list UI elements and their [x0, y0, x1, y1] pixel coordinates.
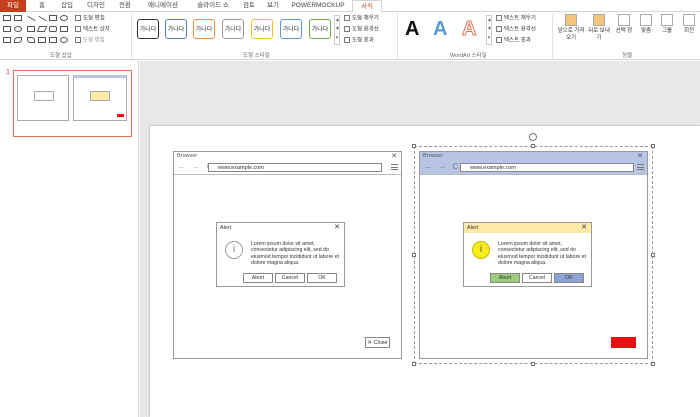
slide-number: 1: [6, 69, 10, 76]
rotate-icon: [683, 14, 695, 26]
ok-button[interactable]: OK: [307, 273, 337, 283]
ribbon-tabs: 파일 홈 삽입 디자인 전환 애니메이션 슬라이드 쇼 검토 보기 POWERM…: [0, 0, 700, 13]
wordart-style-blue[interactable]: A: [433, 18, 447, 40]
text-effects-icon: [496, 37, 502, 43]
wordart-style-outline[interactable]: A: [461, 18, 476, 41]
text-outline-icon: [496, 26, 502, 32]
tab-slideshow[interactable]: 슬라이드 쇼: [192, 0, 234, 12]
group-label-insert-shapes: 도형 삽입: [50, 53, 72, 59]
resize-handle[interactable]: [531, 144, 535, 148]
abort-button[interactable]: Abort: [243, 273, 273, 283]
text-outline-button[interactable]: 텍스트 윤곽선: [496, 26, 536, 33]
send-backward-icon: [593, 14, 605, 26]
shape-style-2[interactable]: 가나다: [165, 19, 187, 39]
alert-dialog-left[interactable]: Alert ✕ i Lorem ipsum dolor sit amet, con…: [216, 222, 345, 287]
resize-handle[interactable]: [531, 362, 535, 366]
close-icon[interactable]: ✕: [334, 223, 340, 233]
tab-insert[interactable]: 삽입: [58, 0, 76, 12]
window-title: Browser: [177, 153, 198, 159]
shape-style-scroll[interactable]: ▲ ▼ ▾: [334, 15, 340, 45]
wordart-scroll[interactable]: ▲ ▼ ▾: [486, 15, 492, 45]
text-box-button[interactable]: 텍스트 상자: [75, 26, 110, 33]
shape-style-6[interactable]: 가나다: [280, 19, 302, 39]
selection-box: [414, 146, 653, 364]
hamburger-menu-icon[interactable]: [391, 164, 398, 170]
resize-handle[interactable]: [412, 144, 416, 148]
group-button[interactable]: 그룹: [658, 14, 676, 35]
paint-bucket-icon: [344, 15, 350, 21]
rotate-button[interactable]: 회전: [680, 14, 698, 35]
selection-pane-icon: [618, 14, 630, 26]
dialog-title: Alert: [220, 225, 232, 231]
merge-shapes-button[interactable]: 도형 병합: [75, 37, 105, 44]
tab-design[interactable]: 디자인: [84, 0, 108, 12]
cancel-button[interactable]: Cancel: [275, 273, 305, 283]
shape-outline-button[interactable]: 도형 윤곽선: [344, 26, 379, 33]
tab-review[interactable]: 검토: [240, 0, 258, 12]
merge-shapes-icon: [75, 37, 81, 43]
text-effects-button[interactable]: 텍스트 효과: [496, 37, 531, 44]
tab-transitions[interactable]: 전환: [116, 0, 134, 12]
group-label-arrange: 정렬: [622, 53, 633, 59]
shape-fill-button[interactable]: 도형 채우기: [344, 15, 379, 22]
close-button[interactable]: ✕ Close: [365, 337, 390, 348]
group-label-shape-styles: 도형 스타일: [243, 53, 270, 59]
resize-handle[interactable]: [412, 362, 416, 366]
tab-animations[interactable]: 애니메이션: [144, 0, 182, 12]
selection-pane-button[interactable]: 선택 창: [612, 14, 636, 35]
resize-handle[interactable]: [651, 253, 655, 257]
url-bar[interactable]: www.example.com: [208, 163, 382, 172]
shape-effects-button[interactable]: 도형 효과: [344, 37, 374, 44]
effects-icon: [344, 37, 350, 43]
info-icon: i: [225, 241, 243, 259]
align-button[interactable]: 맞춤: [638, 14, 654, 35]
tab-view[interactable]: 보기: [264, 0, 282, 12]
group-divider: [131, 14, 132, 60]
shapes-gallery[interactable]: [3, 15, 71, 45]
rotate-handle-icon[interactable]: [529, 133, 537, 141]
edit-shape-icon: [75, 15, 81, 21]
send-backward-button[interactable]: 뒤로 보내기: [588, 14, 610, 41]
resize-handle[interactable]: [651, 144, 655, 148]
text-fill-button[interactable]: 텍스트 채우기: [496, 15, 536, 22]
shape-style-7[interactable]: 가나다: [309, 19, 331, 39]
ribbon: 도형 편집 텍스트 상자 도형 병합 도형 삽입 가나다 가나다 가나다 가나다…: [0, 12, 700, 60]
dialog-message: Lorem ipsum dolor sit amet, consectetur …: [251, 241, 339, 267]
slide-thumbnail-1[interactable]: [13, 70, 132, 137]
resize-handle[interactable]: [651, 362, 655, 366]
text-fill-icon: [496, 15, 502, 21]
resize-handle[interactable]: [412, 253, 416, 257]
text-box-icon: [75, 26, 81, 32]
group-label-wordart: WordArt 스타일: [450, 53, 487, 59]
wordart-style-black[interactable]: A: [405, 18, 419, 40]
group-icon: [661, 14, 673, 26]
bring-forward-icon: [565, 14, 577, 26]
bring-forward-button[interactable]: 앞으로 가져오기: [556, 14, 586, 41]
tab-home[interactable]: 홈: [36, 0, 48, 12]
close-icon[interactable]: ✕: [391, 152, 397, 161]
align-icon: [640, 14, 652, 26]
tab-powermockup[interactable]: POWERMOCKUP: [290, 0, 346, 12]
group-divider: [552, 14, 553, 60]
shape-style-4[interactable]: 가나다: [222, 19, 244, 39]
shape-style-1[interactable]: 가나다: [137, 19, 159, 39]
shape-style-5[interactable]: 가나다: [251, 19, 273, 39]
pencil-icon: [344, 26, 350, 32]
edit-shape-button[interactable]: 도형 편집: [75, 15, 105, 22]
group-divider: [397, 14, 398, 60]
tab-file[interactable]: 파일: [0, 0, 26, 12]
shape-style-3[interactable]: 가나다: [193, 19, 215, 39]
